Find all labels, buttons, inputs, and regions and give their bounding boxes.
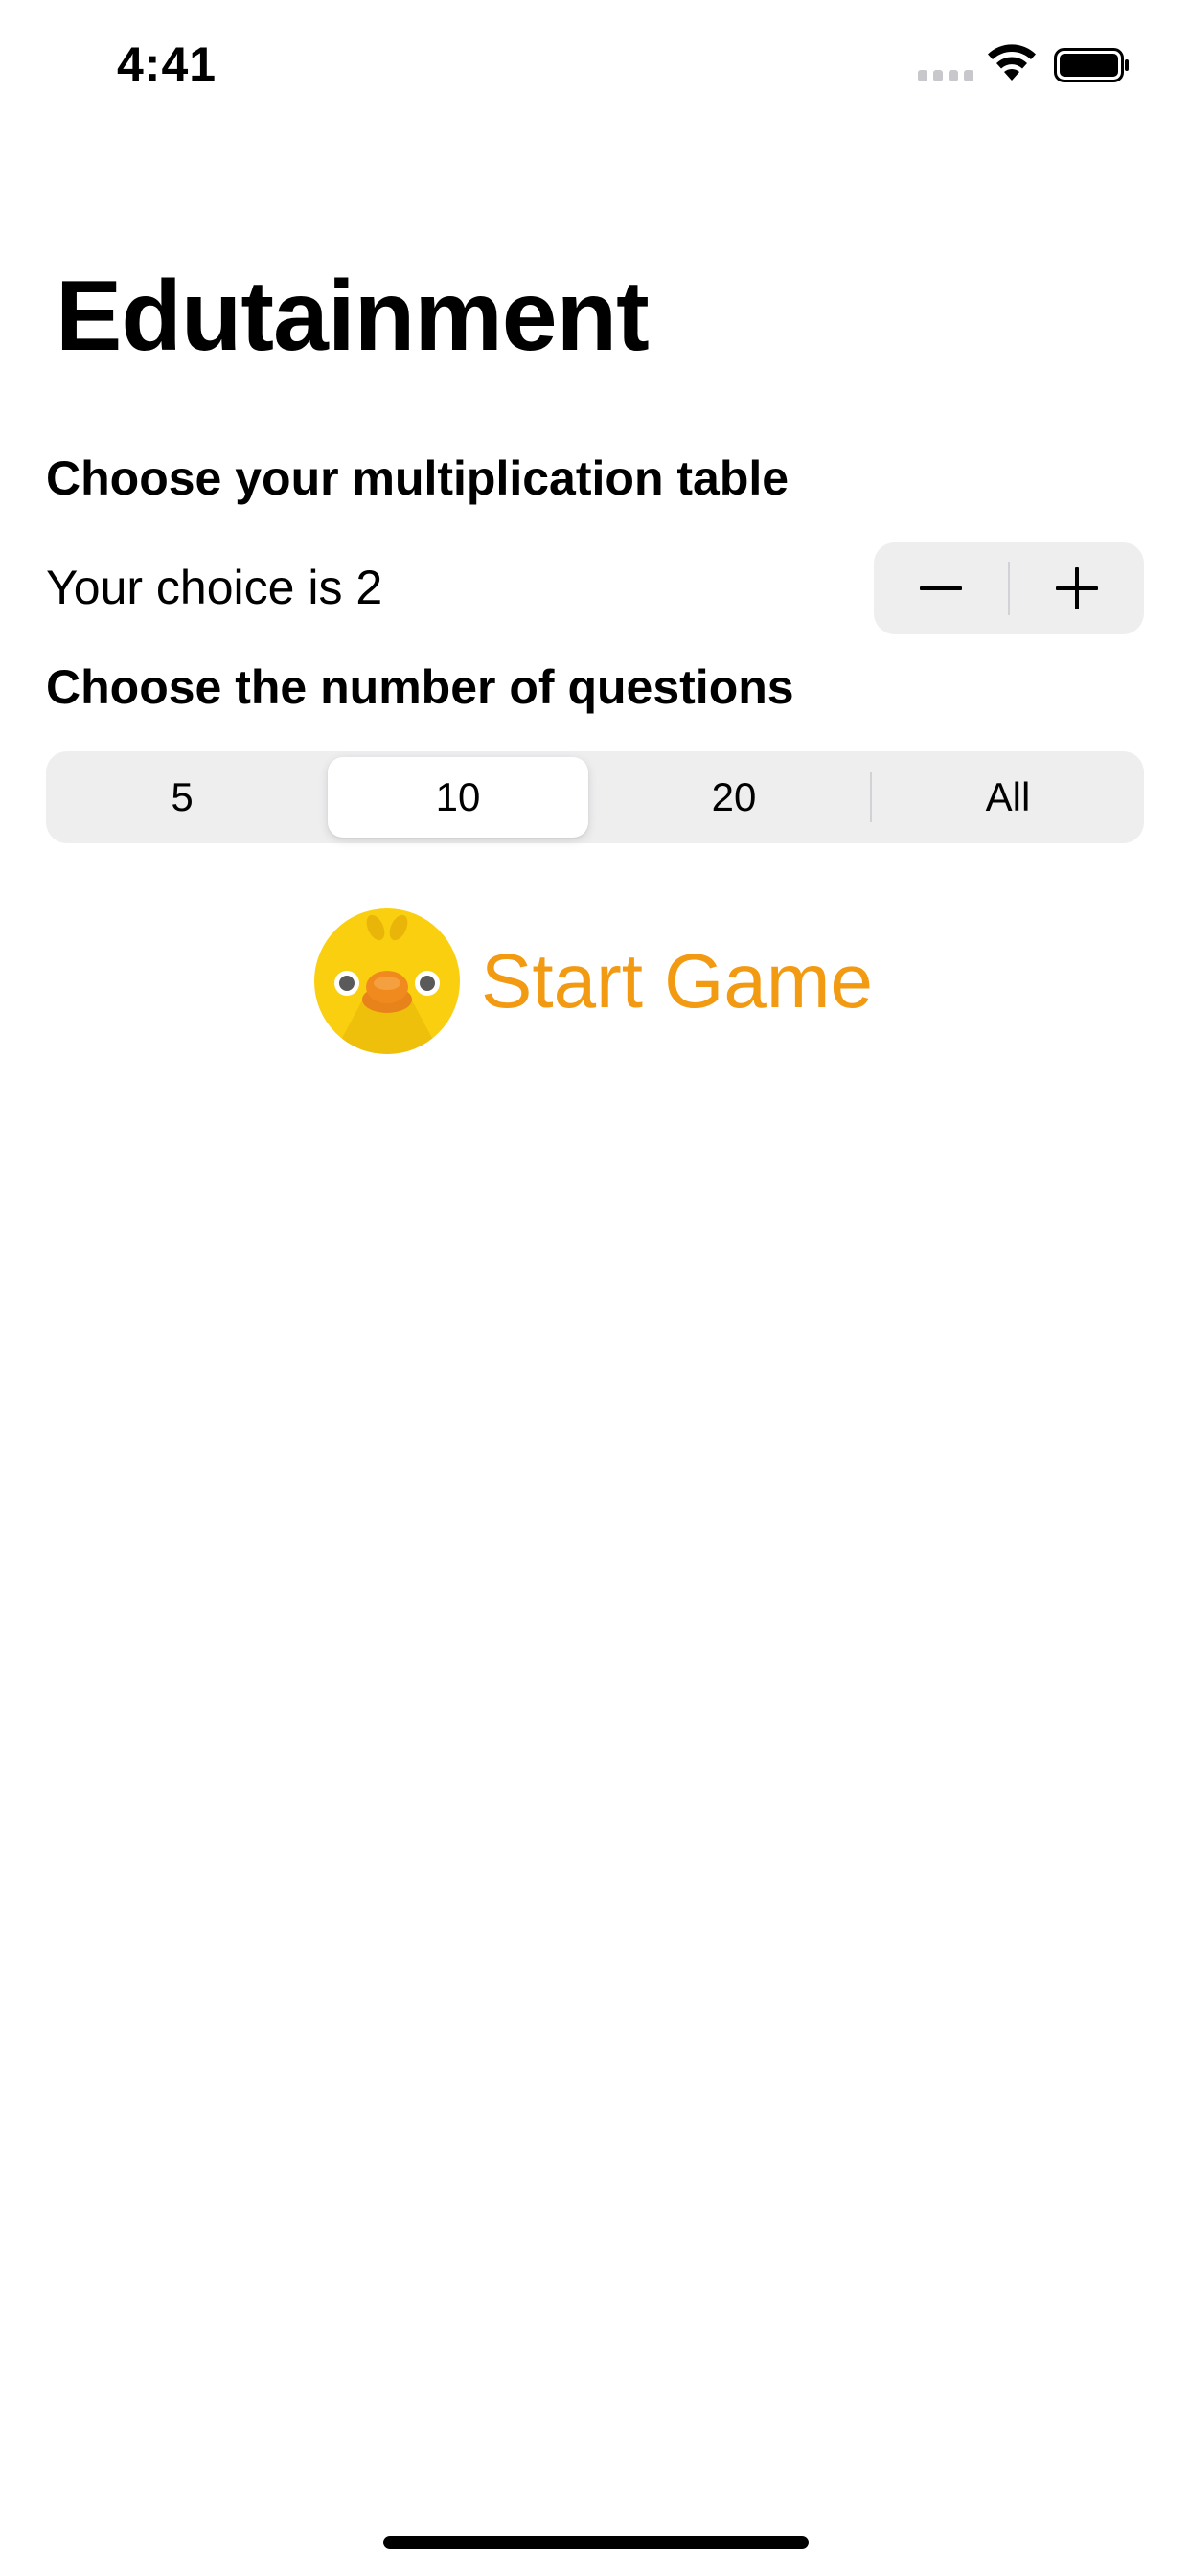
plus-icon [1056, 567, 1098, 610]
battery-icon [1054, 48, 1129, 82]
table-stepper [874, 542, 1144, 634]
multiplication-table-label: Choose your multiplication table [46, 451, 790, 505]
segment-20[interactable]: 20 [604, 757, 864, 838]
segment-divider [870, 772, 872, 822]
questions-count-label: Choose the number of questions [46, 660, 794, 714]
wifi-icon [988, 44, 1036, 80]
segment-10[interactable]: 10 [328, 757, 588, 838]
home-indicator[interactable] [383, 2536, 809, 2549]
screen: 4:41 Edutainment Choose your multiplicat… [0, 0, 1190, 2576]
segment-5[interactable]: 5 [52, 757, 312, 838]
decrement-button[interactable] [874, 542, 1008, 634]
cellular-signal-icon [918, 70, 973, 81]
questions-segmented-control: 5 10 20 All [46, 751, 1144, 843]
start-game-button[interactable]: Start Game [314, 907, 873, 1056]
increment-button[interactable] [1010, 542, 1144, 634]
choice-text: Your choice is 2 [46, 561, 383, 614]
minus-icon [920, 586, 962, 590]
page-title: Edutainment [56, 261, 650, 372]
status-bar: 4:41 [0, 0, 1190, 126]
status-time: 4:41 [117, 37, 217, 91]
start-game-label: Start Game [481, 938, 874, 1024]
segment-all[interactable]: All [878, 757, 1138, 838]
chick-icon [314, 908, 460, 1054]
